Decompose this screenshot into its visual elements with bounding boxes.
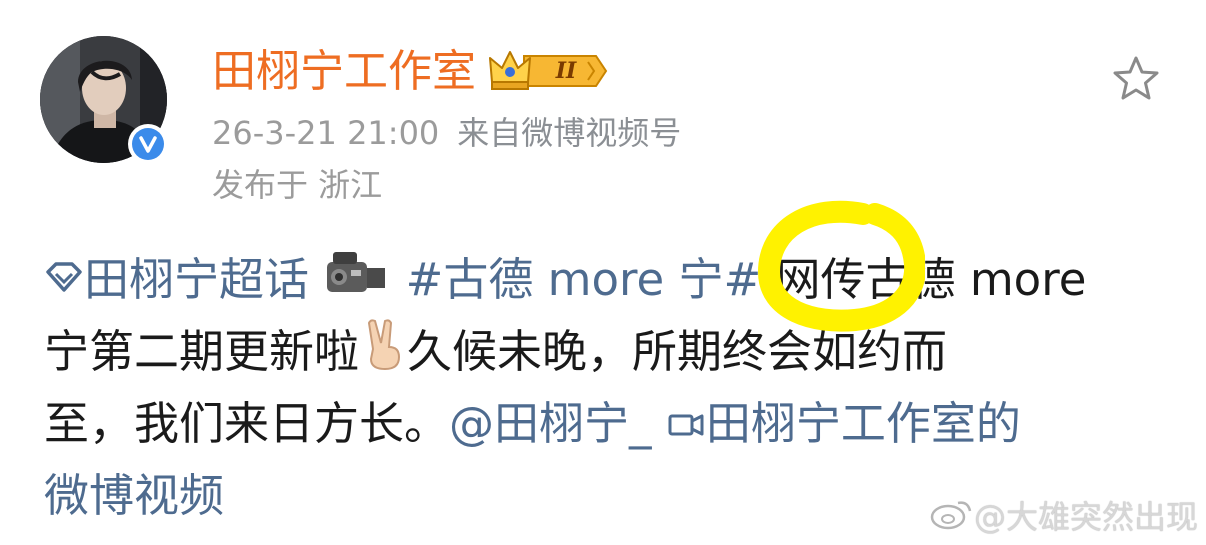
weibo-logo-icon — [930, 497, 974, 542]
supertopic-label: 田栩宁超话 — [84, 253, 310, 306]
content-text-1: 网传古德 more — [775, 253, 1087, 306]
star-icon — [1113, 56, 1159, 100]
badge-level-text: II — [555, 58, 577, 84]
post-content: 田栩宁超话 #古德 more 宁# 网传古德 more 宁第二期更新啦 久候未晚，… — [44, 244, 1174, 532]
member-level-badge[interactable]: II — [488, 48, 610, 94]
victory-hand-emoji — [359, 317, 407, 394]
supertopic-link[interactable]: 田栩宁超话 — [44, 253, 309, 306]
content-line-1: 田栩宁超话 #古德 more 宁# 网传古德 more — [44, 244, 1174, 316]
watermark: @大雄突然出现 — [930, 495, 1198, 542]
verified-badge — [128, 124, 168, 164]
content-line-2: 宁第二期更新啦 久候未晚，所期终会如约而 — [44, 316, 1174, 388]
post-source[interactable]: 来自微博视频号 — [457, 114, 681, 152]
post-timestamp: 26-3-21 21:00 — [212, 114, 440, 152]
post-location: 发布于 浙江 — [212, 166, 383, 204]
video-link[interactable]: 田栩宁工作室的 — [666, 397, 1021, 450]
video-camera-emoji — [323, 247, 391, 319]
watermark-text: @大雄突然出现 — [974, 498, 1199, 536]
username[interactable]: 田栩宁工作室 — [212, 44, 476, 100]
content-text-2: 宁第二期更新啦 — [44, 325, 360, 378]
video-link-label-1: 田栩宁工作室的 — [705, 397, 1021, 450]
video-link-icon — [666, 391, 706, 463]
weibo-post: 田栩宁工作室 II 26-3-21 21:00 来自微博视频号 发布于 浙江 田栩… — [0, 0, 1206, 545]
hashtag-link[interactable]: #古德 more 宁# — [406, 253, 762, 306]
content-line-3: 至，我们来日方长。@田栩宁_ 田栩宁工作室的 — [44, 388, 1174, 460]
post-meta: 26-3-21 21:00 来自微博视频号 — [212, 110, 681, 156]
diamond-icon — [44, 247, 84, 319]
content-text-3: 久候未晚，所期终会如约而 — [407, 325, 948, 378]
favorite-button[interactable] — [1110, 54, 1162, 102]
mention-link[interactable]: @田栩宁_ — [449, 397, 652, 450]
verified-v-icon — [132, 128, 164, 160]
content-text-4: 至，我们来日方长。 — [44, 397, 450, 450]
video-link-label-2[interactable]: 微博视频 — [44, 469, 224, 522]
